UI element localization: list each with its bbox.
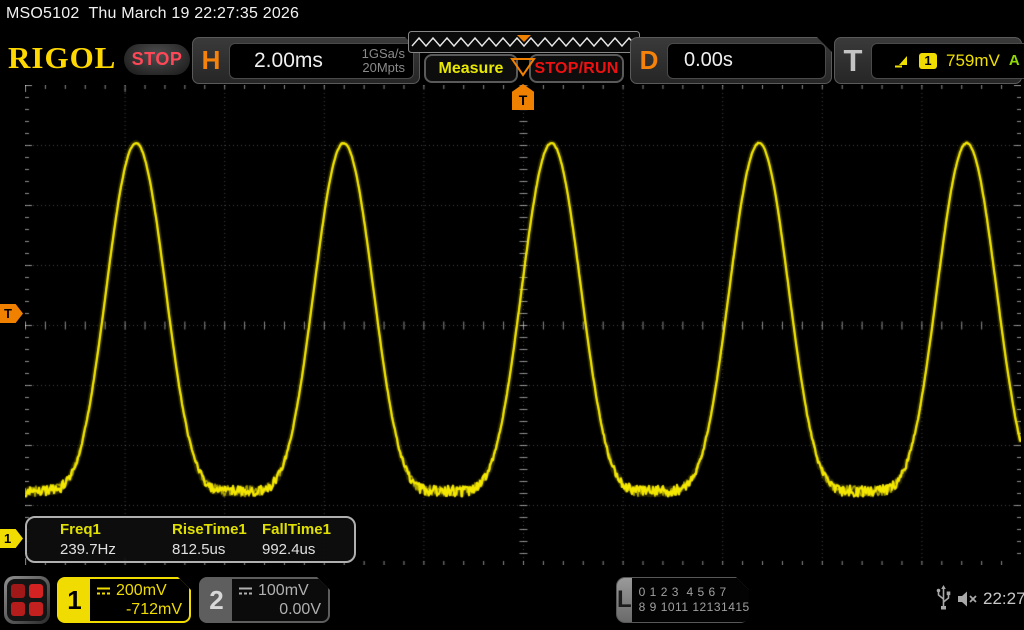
channel2-settings: 100mV 0.00V [232, 579, 328, 621]
memory-preview-strip[interactable] [408, 31, 640, 53]
measurement-label[interactable]: RiseTime1 [172, 521, 262, 541]
measurement-label[interactable]: FallTime1 [262, 521, 358, 541]
measurement-value: 239.7Hz [60, 541, 116, 558]
channel1-settings: 200mV -712mV [90, 579, 189, 621]
measurement-panel[interactable]: Freq1 RiseTime1 FallTime1 239.7Hz 812.5u… [25, 516, 356, 563]
trigger-source-badge: 1 [919, 52, 937, 69]
delay-value: 0.00s [684, 49, 733, 71]
channel2-scale: 100mV [258, 582, 309, 599]
run-state-badge: STOP [124, 44, 190, 75]
trigger-position-outline-icon [510, 58, 536, 77]
channel1-block[interactable]: 1 200mV -712mV [57, 577, 191, 623]
measurement-value: 812.5us [172, 541, 226, 558]
trigger-label: T [843, 42, 863, 78]
delay-panel[interactable]: D 0.00s [630, 37, 832, 84]
logic-channels-row2: 8 9 1011 12131415 [638, 600, 750, 614]
delay-label: D [639, 45, 659, 75]
measurement-value: 992.4us [262, 541, 316, 558]
timebase-display: 2.00ms 1GSa/s 20Mpts [229, 43, 414, 79]
sample-rate: 1GSa/s 20Mpts [361, 45, 405, 75]
logic-analyzer-block[interactable]: L 0 1 2 3 4 5 6 7 8 9 1011 12131415 [616, 577, 749, 623]
rigol-logo: RIGOL [8, 40, 117, 75]
stop-run-button[interactable]: STOP/RUN [529, 54, 624, 83]
oscilloscope-screen: MSO5102 Thu March 19 22:27:35 2026 RIGOL… [0, 0, 1024, 630]
channel1-number: 1 [67, 584, 82, 615]
channel1-scale: 200mV [116, 582, 167, 599]
dc-coupling-icon [238, 586, 253, 596]
trigger-mode: A [1008, 52, 1020, 69]
logic-channel-list: 0 1 2 3 4 5 6 7 8 9 1011 12131415 [632, 578, 750, 622]
menu-grid-icon [7, 579, 47, 621]
channel2-number: 2 [209, 584, 224, 615]
horizontal-label: H [201, 45, 221, 75]
timebase-value: 2.00ms [254, 48, 323, 72]
trigger-panel[interactable]: T 1 759mV A [834, 37, 1024, 84]
speaker-muted-icon [958, 591, 977, 607]
horizontal-panel[interactable]: H 2.00ms 1GSa/s 20Mpts [192, 37, 420, 84]
waveform-graticule[interactable] [25, 85, 1021, 565]
delay-display: 0.00s [667, 43, 826, 79]
measure-button[interactable]: Measure [424, 54, 518, 83]
clock: 22:27 [983, 589, 1024, 608]
trigger-level-value: 759mV [946, 50, 1000, 70]
main-menu-button[interactable] [4, 576, 50, 624]
channel2-offset: 0.00V [279, 601, 321, 618]
model-and-datetime: MSO5102 Thu March 19 22:27:35 2026 [6, 5, 300, 22]
logic-analyzer-label: L [617, 578, 632, 622]
channel1-offset: -712mV [125, 601, 182, 618]
measurement-label[interactable]: Freq1 [60, 521, 172, 541]
channel2-block[interactable]: 2 100mV 0.00V [199, 577, 330, 623]
trigger-display: 1 759mV A [871, 42, 1024, 79]
ch1-offset-marker[interactable]: 1 [0, 529, 23, 548]
dc-coupling-icon [96, 586, 111, 596]
trigger-level-marker[interactable]: T [0, 304, 23, 323]
trigger-slope-icon [895, 55, 907, 67]
usb-icon [936, 585, 951, 610]
logic-channels-row1: 0 1 2 3 4 5 6 7 [638, 585, 727, 599]
